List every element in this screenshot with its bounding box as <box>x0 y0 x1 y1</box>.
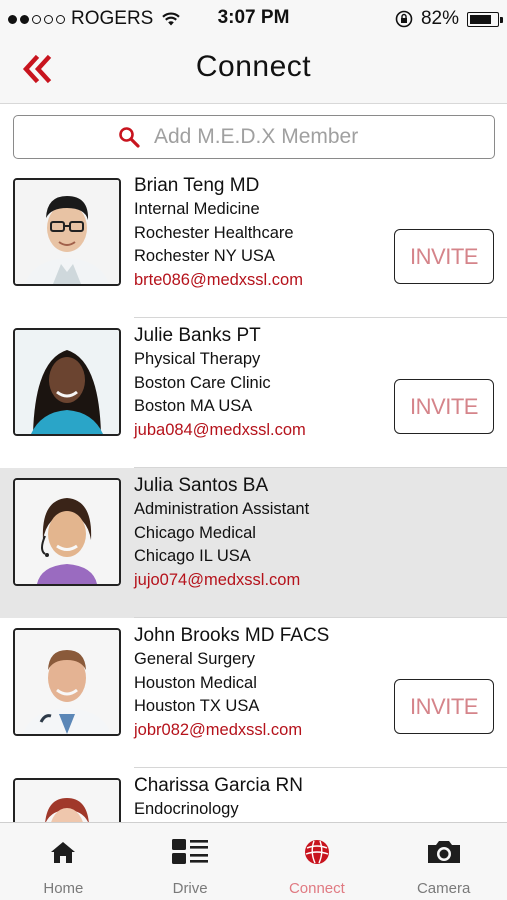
status-right: 82% <box>395 8 503 30</box>
member-avatar <box>13 328 121 436</box>
member-specialty: Physical Therapy <box>134 350 261 368</box>
member-name: Julie Banks PT <box>134 325 261 346</box>
member-location: Rochester NY USA <box>134 247 275 265</box>
member-name: Charissa Garcia RN <box>134 775 303 796</box>
member-name: Julia Santos BA <box>134 475 269 496</box>
camera-icon <box>424 837 464 867</box>
member-email[interactable]: jobr082@medxssl.com <box>134 719 384 743</box>
member-info: John Brooks MD FACS General Surgery Hous… <box>134 624 384 742</box>
member-name: Brian Teng MD <box>134 175 260 196</box>
member-avatar <box>13 778 121 822</box>
member-info: Julia Santos BA Administration Assistant… <box>134 474 384 592</box>
tab-bar: Home Drive Connect Camera <box>0 822 507 900</box>
add-member-search-input[interactable] <box>154 125 474 149</box>
invite-button[interactable]: INVITE <box>394 679 494 734</box>
list-icon <box>170 837 210 867</box>
invite-button[interactable]: INVITE <box>394 229 494 284</box>
member-specialty: Internal Medicine <box>134 200 260 218</box>
navigation-bar: Connect <box>0 36 507 104</box>
member-organization: Houston Medical <box>134 673 257 692</box>
battery-level <box>470 14 492 24</box>
home-icon <box>43 837 83 867</box>
member-email[interactable]: jujo074@medxssl.com <box>134 569 384 593</box>
rotation-lock-icon <box>395 10 413 28</box>
tab-connect[interactable]: Connect <box>254 823 381 900</box>
member-specialty: Endocrinology <box>134 800 239 818</box>
member-name: John Brooks MD FACS <box>134 625 330 646</box>
tab-label: Connect <box>288 880 345 897</box>
member-email[interactable]: juba084@medxssl.com <box>134 419 384 443</box>
search-bar[interactable] <box>13 115 495 159</box>
member-avatar <box>13 178 121 286</box>
member-organization: Boston Care Clinic <box>134 373 271 392</box>
status-bar: ROGERS 3:07 PM 82% <box>0 0 507 36</box>
member-email[interactable]: brte086@medxssl.com <box>134 269 384 293</box>
member-row[interactable]: Charissa Garcia RN Endocrinology <box>0 768 507 822</box>
member-row[interactable]: John Brooks MD FACS General Surgery Hous… <box>0 618 507 768</box>
member-organization: Chicago Medical <box>134 523 256 542</box>
member-info: Julie Banks PT Physical Therapy Boston C… <box>134 324 384 442</box>
invite-button[interactable]: INVITE <box>394 379 494 434</box>
member-location: Houston TX USA <box>134 697 260 715</box>
member-row[interactable]: Julie Banks PT Physical Therapy Boston C… <box>0 318 507 468</box>
member-avatar <box>13 478 121 586</box>
search-icon <box>119 127 140 148</box>
tab-drive[interactable]: Drive <box>127 823 254 900</box>
page-title: Connect <box>195 50 312 83</box>
member-specialty: Administration Assistant <box>134 500 310 518</box>
tab-label: Home <box>43 880 84 897</box>
globe-icon <box>297 837 337 867</box>
battery-icon <box>467 11 503 27</box>
member-specialty: General Surgery <box>134 650 256 668</box>
member-row-selected[interactable]: Julia Santos BA Administration Assistant… <box>0 468 507 618</box>
member-avatar <box>13 628 121 736</box>
member-info: Brian Teng MD Internal Medicine Rocheste… <box>134 174 384 292</box>
member-location: Chicago IL USA <box>134 547 251 565</box>
member-list[interactable]: Brian Teng MD Internal Medicine Rocheste… <box>0 168 507 822</box>
tab-label: Drive <box>172 880 208 897</box>
member-row[interactable]: Brian Teng MD Internal Medicine Rocheste… <box>0 168 507 318</box>
battery-percentage: 82% <box>420 8 459 29</box>
member-location: Boston MA USA <box>134 397 253 415</box>
tab-home[interactable]: Home <box>0 823 127 900</box>
tab-camera[interactable]: Camera <box>380 823 507 900</box>
tab-label: Camera <box>416 880 471 897</box>
member-info: Charissa Garcia RN Endocrinology <box>134 774 384 822</box>
member-organization: Rochester Healthcare <box>134 223 294 242</box>
